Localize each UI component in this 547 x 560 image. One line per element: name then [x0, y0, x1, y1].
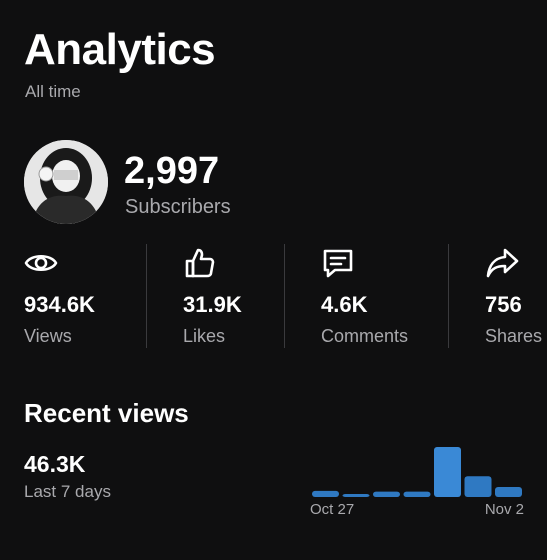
comment-icon: [321, 246, 355, 280]
views-label: Views: [24, 326, 72, 346]
time-range-label: All time: [25, 82, 81, 101]
page-title: Analytics: [24, 25, 216, 74]
avatar[interactable]: [24, 140, 108, 224]
x-tick-label: Oct 27: [310, 501, 355, 518]
stats-row: 934.6K Views 31.9K Likes 4.6K Comments 7…: [0, 240, 547, 352]
recent-views-title: Recent views: [24, 398, 189, 428]
eye-icon: [24, 246, 58, 280]
chart-bar-oct-27: [312, 490, 339, 497]
chart-bar-nov-1: [464, 476, 492, 497]
stat-divider: [146, 244, 147, 348]
chart-bar-oct-28: [342, 494, 370, 497]
share-icon: [485, 246, 519, 280]
recent-views-range: Last 7 days: [24, 482, 111, 501]
views-value: 934.6K: [24, 292, 95, 317]
stat-divider: [284, 244, 285, 348]
recent-views-value: 46.3K: [24, 451, 86, 477]
subscriber-count: 2,997: [124, 150, 220, 192]
thumbs-up-icon: [183, 246, 217, 280]
chart-bar-nov-2: [495, 487, 522, 497]
chart-bar-oct-29: [373, 491, 400, 497]
likes-label: Likes: [183, 326, 226, 346]
x-tick-label: Nov 2: [484, 501, 524, 518]
chart-svg: [312, 447, 522, 497]
chart-bar-oct-30: [403, 491, 431, 497]
subscriber-label: Subscribers: [125, 196, 231, 218]
recent-views-chart[interactable]: Oct 27 Nov 2: [306, 440, 526, 520]
avatar-image: [24, 140, 108, 224]
likes-value: 31.9K: [183, 292, 242, 317]
comments-value: 4.6K: [321, 292, 368, 317]
chart-bar-oct-31: [434, 447, 461, 497]
comments-label: Comments: [321, 326, 409, 346]
stat-divider: [448, 244, 449, 348]
shares-value: 756: [485, 292, 522, 317]
shares-label: Shares: [485, 326, 543, 346]
